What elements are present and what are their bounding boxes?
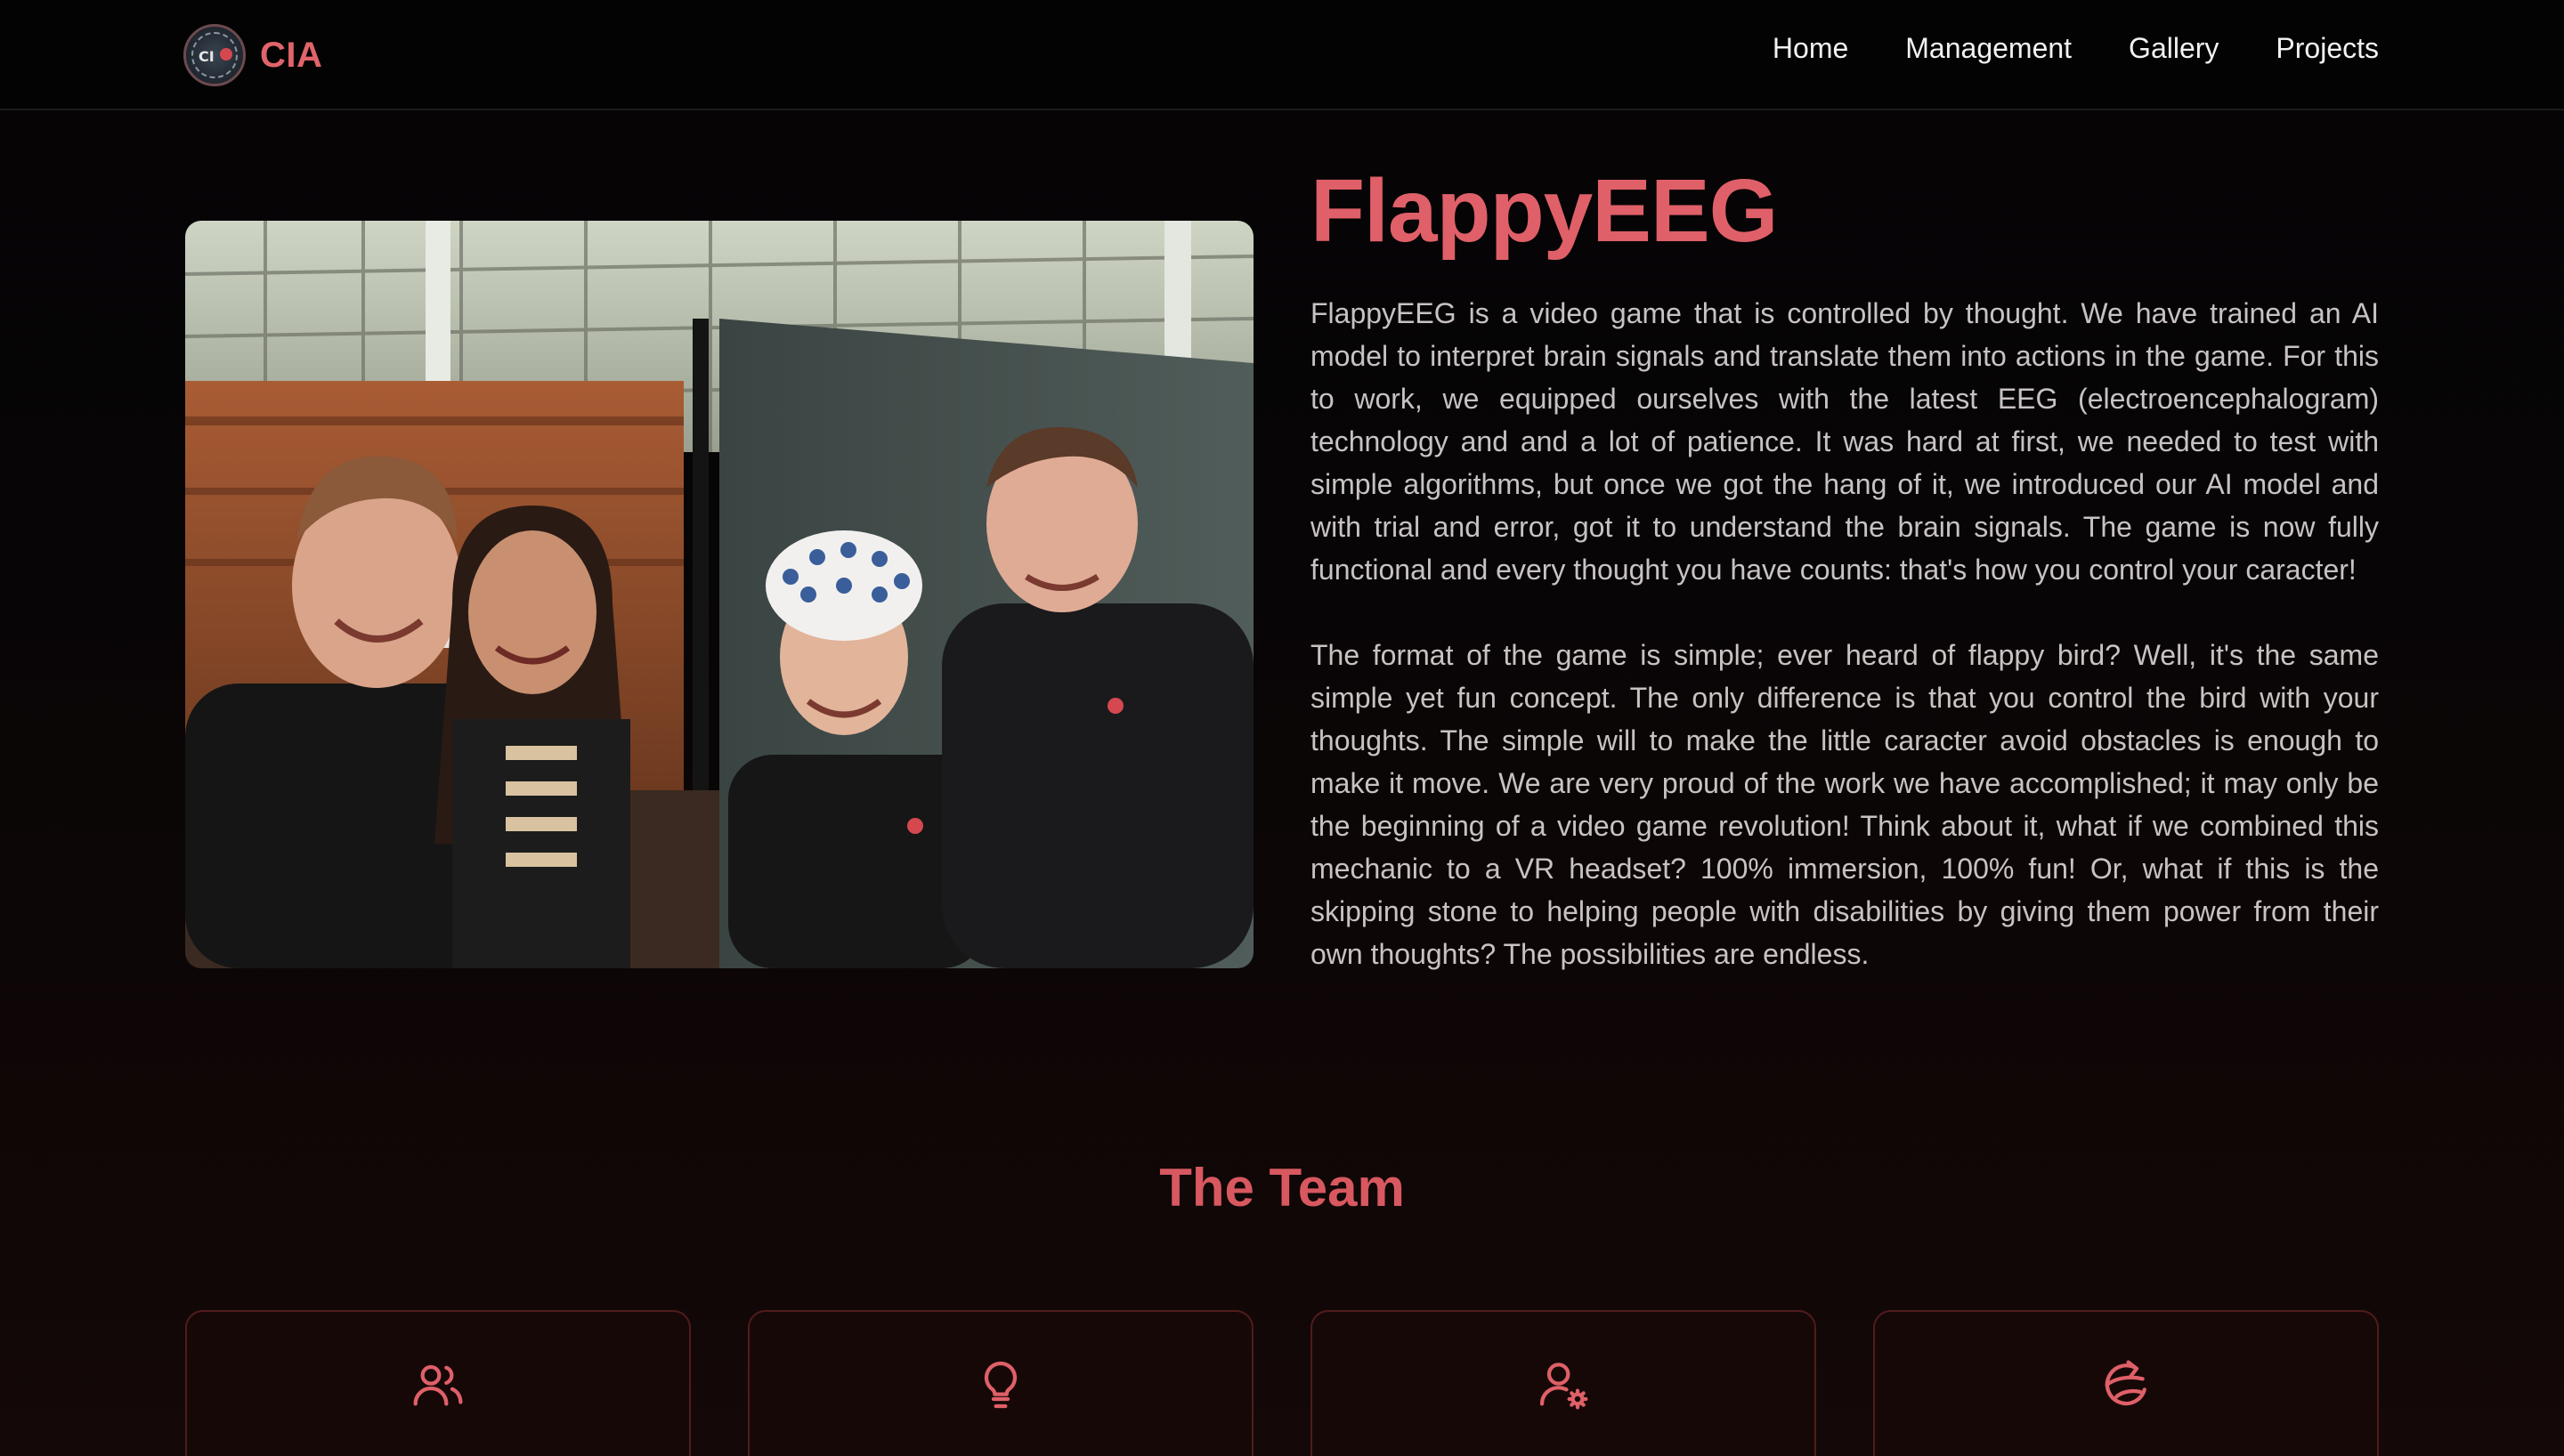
nav-home-link[interactable]: Home <box>1773 32 1848 64</box>
team-card <box>185 1310 691 1456</box>
navbar: CI CIA Home Management Gallery Projects <box>0 0 2564 110</box>
lightbulb-icon <box>984 1361 1018 1409</box>
team-card <box>748 1310 1254 1456</box>
project-paragraph: FlappyEEG is a video game that is contro… <box>1310 297 2379 586</box>
club-logo: CI <box>183 24 246 86</box>
users-icon <box>413 1364 463 1406</box>
nav-management-link[interactable]: Management <box>1905 32 2072 64</box>
team-card <box>1310 1310 1816 1456</box>
team-heading: The Team <box>1159 1158 1405 1217</box>
project-paragraph: The format of the game is simple; ever h… <box>1310 639 2379 970</box>
brand-link[interactable]: CI CIA <box>183 23 322 87</box>
nav-gallery-link[interactable]: Gallery <box>2129 32 2219 64</box>
team-card <box>1873 1310 2379 1456</box>
project-title: FlappyEEG <box>1310 161 1778 261</box>
orbit-icon <box>2105 1360 2146 1406</box>
nav-menu: Home Management Gallery Projects <box>1773 32 2379 65</box>
project-description: FlappyEEG is a video game that is contro… <box>1310 292 2379 975</box>
brand-name: CIA <box>260 35 323 75</box>
team-cards <box>185 1310 2379 1456</box>
user-gear-icon <box>1539 1363 1588 1410</box>
project-team-photo <box>185 221 1254 968</box>
nav-projects-link[interactable]: Projects <box>2276 32 2379 64</box>
